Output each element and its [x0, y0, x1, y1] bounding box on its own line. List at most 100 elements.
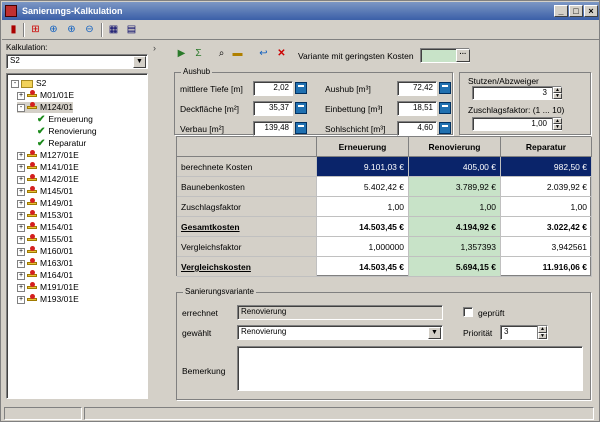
tree-node[interactable]: + M154/01: [17, 222, 73, 233]
tree-node[interactable]: ✔ Renovierung: [37, 126, 97, 137]
tree-node[interactable]: - S2: [11, 78, 46, 89]
checkmark-icon: ✔: [37, 114, 46, 125]
einbettung-input[interactable]: 18,51: [397, 101, 437, 116]
tree-node[interactable]: ✔ Erneuerung: [37, 114, 93, 125]
calculator-icon[interactable]: [439, 102, 451, 114]
spin-down-icon[interactable]: ▼: [553, 124, 562, 130]
add-icon[interactable]: ⊕: [46, 23, 61, 37]
remove-icon[interactable]: ⊖: [82, 23, 97, 37]
tree-node[interactable]: + M01/01E: [17, 90, 74, 101]
tree-node[interactable]: + M142/01E: [17, 174, 79, 185]
copy-add-icon[interactable]: ⊕: [64, 23, 79, 37]
spin-down-icon[interactable]: ▼: [553, 93, 562, 99]
chevron-down-icon[interactable]: ▼: [133, 56, 146, 68]
delete-icon[interactable]: ✕: [274, 47, 289, 61]
pipe-icon[interactable]: ▬: [230, 47, 245, 61]
tree-node[interactable]: + M193/01E: [17, 294, 79, 305]
stutzen-input[interactable]: 3: [472, 86, 562, 100]
aushub-title: Aushub: [181, 67, 213, 76]
search-icon[interactable]: ⌕: [214, 47, 229, 61]
expand-toggle-icon[interactable]: +: [17, 259, 25, 268]
manhole-icon: [27, 90, 38, 100]
deckflaeche-label: Deckfläche [m²]: [180, 104, 240, 114]
apply-icon[interactable]: ↩: [256, 47, 271, 61]
calculator-icon[interactable]: [439, 82, 451, 94]
tree-node[interactable]: + M164/01: [17, 270, 73, 281]
tree-node[interactable]: + M155/01: [17, 234, 73, 245]
expand-toggle-icon[interactable]: +: [17, 187, 25, 196]
verbau-input[interactable]: 139,48: [253, 121, 293, 136]
grid-cell: 11.916,06 €: [501, 257, 592, 277]
tree-node[interactable]: + M160/01: [17, 246, 73, 257]
expand-toggle-icon[interactable]: +: [17, 175, 25, 184]
window-title: Sanierungs-Kalkulation: [22, 6, 123, 16]
mittlere-tiefe-input[interactable]: 2,02: [253, 81, 293, 96]
row-header: Baunebenkosten: [177, 177, 317, 197]
geprueft-checkbox[interactable]: [463, 307, 473, 317]
expand-toggle-icon[interactable]: +: [17, 223, 25, 232]
expand-toggle-icon[interactable]: +: [17, 163, 25, 172]
tree-node[interactable]: - M124/01: [17, 102, 74, 113]
expand-toggle-icon[interactable]: +: [17, 247, 25, 256]
object-tree[interactable]: - S2 + M01/01E - M124/01 ✔ Erneuerung ✔ Renovieru…: [6, 73, 148, 399]
calculator-icon[interactable]: [439, 122, 451, 134]
network-icon[interactable]: ▦: [106, 23, 121, 37]
panel-splitter[interactable]: ›: [152, 41, 160, 403]
calculator-icon[interactable]: [295, 82, 307, 94]
calculate-icon[interactable]: ▶: [174, 47, 189, 61]
geprueft-label: geprüft: [478, 308, 505, 318]
chevron-down-icon[interactable]: ▼: [428, 327, 441, 339]
column-header: Renovierung: [409, 137, 501, 157]
collapse-toggle-icon[interactable]: -: [17, 103, 25, 112]
kalkulation-select[interactable]: S2 ▼: [6, 54, 148, 69]
aushub-m3-input[interactable]: 72,42: [397, 81, 437, 96]
zuschlag-input[interactable]: 1,00: [472, 117, 562, 131]
cost-grid[interactable]: Erneuerung Renovierung Reparatur berechnete…: [176, 136, 592, 277]
tree-node-label: M153/01: [40, 210, 74, 220]
status-panel: [84, 407, 594, 420]
close-button[interactable]: ×: [584, 5, 598, 17]
spin-down-icon[interactable]: ▼: [538, 332, 547, 339]
tree-node[interactable]: ✔ Reparatur: [37, 138, 86, 149]
expand-toggle-icon[interactable]: +: [17, 283, 25, 292]
tree-node[interactable]: + M127/01E: [17, 150, 79, 161]
report-icon[interactable]: ▮: [6, 23, 21, 37]
expand-toggle-icon[interactable]: +: [17, 295, 25, 304]
sanierung-title: Sanierungsvariante: [183, 287, 256, 296]
deckflaeche-input[interactable]: 35,37: [253, 101, 293, 116]
expand-toggle-icon[interactable]: +: [17, 211, 25, 220]
expand-toggle-icon[interactable]: +: [17, 271, 25, 280]
calculator-icon[interactable]: [295, 102, 307, 114]
gewaehlt-select[interactable]: Renovierung ▼: [237, 325, 443, 340]
browse-button[interactable]: ···: [456, 49, 470, 62]
grid-cell: 5.402,42 €: [317, 177, 409, 197]
tree-node[interactable]: + M141/01E: [17, 162, 79, 173]
stutzen-spinner[interactable]: ▲ ▼: [552, 87, 562, 99]
tree-node[interactable]: + M163/01: [17, 258, 73, 269]
tree-node[interactable]: + M145/01: [17, 186, 73, 197]
grid-icon[interactable]: ⊞: [28, 23, 43, 37]
expand-toggle-icon[interactable]: +: [17, 199, 25, 208]
bemerkung-textarea[interactable]: [237, 346, 583, 391]
calculator-icon[interactable]: [295, 122, 307, 134]
calculate-all-icon[interactable]: Σ: [191, 47, 206, 61]
collapse-toggle-icon[interactable]: -: [11, 79, 19, 88]
sohlschicht-input[interactable]: 4,60: [397, 121, 437, 136]
tree-node[interactable]: + M153/01: [17, 210, 73, 221]
grid-cell: 405,00 €: [409, 157, 501, 177]
collapse-arrow-icon[interactable]: ›: [153, 43, 156, 53]
expand-toggle-icon[interactable]: +: [17, 151, 25, 160]
expand-toggle-icon[interactable]: +: [17, 91, 25, 100]
tree-node-label: Erneuerung: [48, 114, 93, 124]
tree-node[interactable]: + M149/01: [17, 198, 73, 209]
zuschlag-spinner[interactable]: ▲ ▼: [552, 118, 562, 130]
minimize-button[interactable]: _: [554, 5, 568, 17]
manhole-icon: [27, 198, 38, 208]
maximize-button[interactable]: □: [569, 5, 583, 17]
main-window: Sanierungs-Kalkulation _ □ × ▮ ⊞ ⊕ ⊕ ⊖ ▦…: [0, 0, 600, 422]
export-icon[interactable]: ▤: [124, 23, 139, 37]
expand-toggle-icon[interactable]: +: [17, 235, 25, 244]
tree-node[interactable]: + M191/01E: [17, 282, 79, 293]
title-bar: Sanierungs-Kalkulation _ □ ×: [2, 2, 599, 20]
prioritaet-spinner[interactable]: ▲ ▼: [537, 326, 547, 339]
